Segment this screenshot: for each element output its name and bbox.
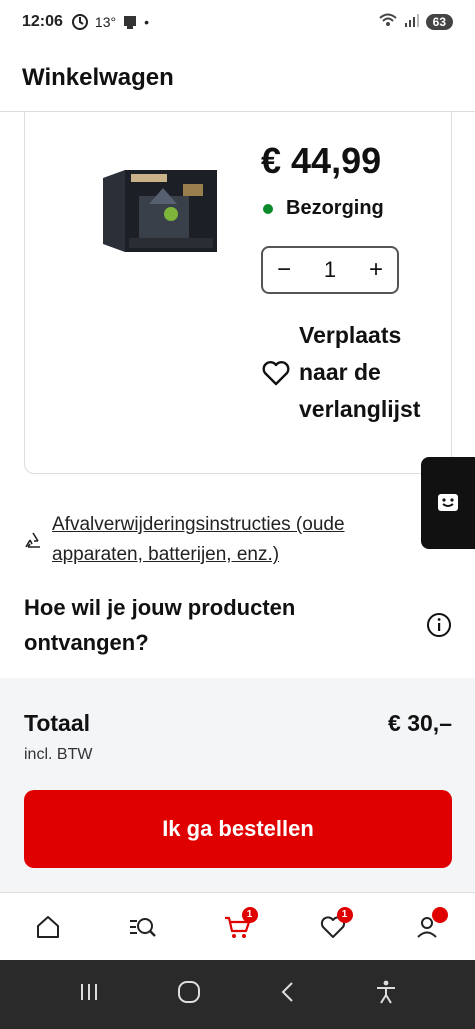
wishlist-badge: 1 (336, 906, 353, 923)
cart-item-card: € 44,99 Bezorging − 1 + Verplaats naar d… (24, 112, 452, 474)
wishlist-label: Verplaats naar de verlanglijst (299, 322, 421, 422)
delivery-label: Bezorging (286, 197, 384, 219)
total-label: Totaal (24, 710, 91, 736)
info-icon[interactable] (426, 612, 452, 638)
system-nav-bar (0, 960, 475, 1029)
increase-quantity-button[interactable]: + (369, 256, 383, 284)
move-to-wishlist-button[interactable]: Verplaats naar de verlanglijst (261, 317, 439, 428)
top-bar: Winkelwagen (0, 44, 475, 112)
delivery-method-question: Hoe wil je jouw producten ontvangen? (24, 595, 296, 655)
vat-label: incl. BTW (24, 746, 93, 763)
status-bar: 12:06 13° • 63 (0, 0, 475, 44)
sync-icon (71, 13, 89, 31)
disposal-instructions-link[interactable]: Afvalverwijderingsinstructies (oude appa… (52, 510, 402, 570)
feedback-tab[interactable] (421, 457, 475, 549)
nav-search[interactable] (119, 903, 167, 951)
search-icon (129, 917, 156, 937)
disposal-instructions: Afvalverwijderingsinstructies (oude appa… (22, 510, 402, 570)
page-title: Winkelwagen (22, 63, 174, 91)
nav-account[interactable] (404, 903, 452, 951)
delivery-status: Bezorging (261, 197, 384, 220)
delivery-method-section: Hoe wil je jouw producten ontvangen? (24, 590, 452, 660)
notification-icon (122, 14, 138, 30)
total-row: Totaal € 30,– (24, 710, 452, 737)
product-image[interactable] (99, 164, 223, 256)
nav-home[interactable] (24, 903, 72, 951)
back-icon[interactable] (277, 980, 299, 1009)
recycle-icon (22, 530, 44, 552)
home-icon (36, 915, 59, 938)
heart-outline-icon (261, 358, 291, 388)
dot-icon: • (144, 14, 149, 30)
order-summary-panel: Totaal € 30,– incl. BTW Ik ga bestellen (0, 678, 475, 892)
product-price: € 44,99 (261, 140, 382, 181)
quantity-stepper: − 1 + (261, 246, 399, 294)
account-notification-dot (431, 906, 448, 923)
feedback-smiley-icon (438, 494, 458, 511)
home-button-icon[interactable] (176, 979, 202, 1010)
total-value: € 30,– (388, 710, 452, 736)
status-time: 12:06 (22, 13, 63, 30)
status-dot-icon (263, 203, 273, 214)
bottom-nav: 1 1 (0, 892, 475, 960)
cart-badge: 1 (241, 906, 258, 923)
recent-apps-icon[interactable] (77, 980, 101, 1009)
checkout-button[interactable]: Ik ga bestellen (24, 790, 452, 868)
quantity-value: 1 (323, 257, 337, 282)
battery-indicator: 63 (425, 14, 453, 30)
status-temperature: 13° (94, 14, 117, 30)
nav-cart[interactable]: 1 (214, 903, 262, 951)
wifi-icon (378, 12, 398, 33)
accessibility-icon[interactable] (374, 979, 398, 1010)
nav-wishlist[interactable]: 1 (309, 903, 357, 951)
decrease-quantity-button[interactable]: − (277, 256, 291, 284)
signal-icon (404, 13, 420, 32)
